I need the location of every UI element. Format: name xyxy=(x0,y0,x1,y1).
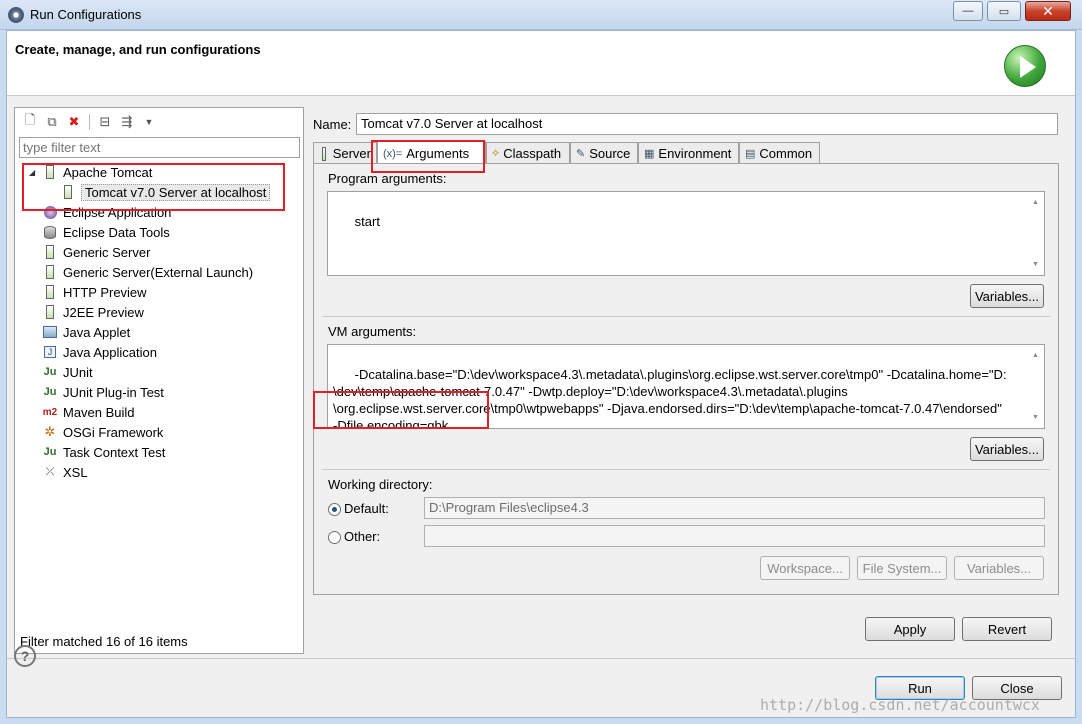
file-system-button[interactable]: File System... xyxy=(857,556,947,580)
dialog-header-title: Create, manage, and run configurations xyxy=(15,42,261,57)
filter-status: Filter matched 16 of 16 items xyxy=(20,634,188,649)
database-icon xyxy=(43,224,57,240)
apply-button[interactable]: Apply xyxy=(865,617,955,641)
window-title-bar: Run Configurations — ▭ ✕ xyxy=(0,0,1082,30)
maximize-button[interactable]: ▭ xyxy=(987,1,1021,21)
tree-toolbar: 🗋 ⧉ ✖ ⊟ ⇶ ▼ xyxy=(15,108,303,136)
tree-item-label: Generic Server xyxy=(63,244,151,260)
tree-item[interactable]: ✲ OSGi Framework xyxy=(43,422,164,442)
tree-item[interactable]: Java Applet xyxy=(43,322,130,342)
filter-input[interactable] xyxy=(19,137,300,158)
tree-item-label: Eclipse Data Tools xyxy=(63,224,170,240)
delete-configuration-icon[interactable]: ✖ xyxy=(65,113,83,131)
tab-common[interactable]: ▤ Common xyxy=(739,142,820,164)
vm-arguments-label: VM arguments: xyxy=(328,324,417,339)
highlight-box-arguments-tab xyxy=(371,140,485,173)
tab-classpath[interactable]: ⟡ Classpath xyxy=(486,142,570,164)
tree-item-label: JUnit Plug-in Test xyxy=(63,384,164,400)
run-icon xyxy=(1004,45,1046,87)
default-directory-label: Default: xyxy=(344,501,389,516)
program-arguments-textarea[interactable]: start xyxy=(327,191,1045,276)
other-directory-field[interactable] xyxy=(424,525,1045,547)
highlight-box-tree xyxy=(22,163,285,211)
server-icon xyxy=(43,284,57,300)
duplicate-configuration-icon[interactable]: ⧉ xyxy=(43,113,61,131)
view-menu-dropdown-icon[interactable]: ▼ xyxy=(140,113,158,131)
vm-arguments-scrollbar[interactable] xyxy=(1028,345,1044,428)
tree-item[interactable]: Ju JUnit xyxy=(43,362,93,382)
tree-item-label: J2EE Preview xyxy=(63,304,144,320)
tree-item[interactable]: HTTP Preview xyxy=(43,282,147,302)
classpath-icon: ⟡ xyxy=(492,147,500,159)
junit-icon: Ju xyxy=(43,366,57,378)
tree-item[interactable]: Ju Task Context Test xyxy=(43,442,166,462)
revert-button[interactable]: Revert xyxy=(962,617,1052,641)
tree-item-label: OSGi Framework xyxy=(63,424,164,440)
new-configuration-icon[interactable]: 🗋 xyxy=(21,112,39,131)
toolbar-separator xyxy=(89,114,90,130)
tree-item[interactable]: Generic Server xyxy=(43,242,150,262)
program-arguments-scrollbar[interactable] xyxy=(1028,192,1044,275)
tree-item-label: Java Applet xyxy=(63,324,131,340)
minimize-button[interactable]: — xyxy=(953,1,983,21)
junit-icon: Ju xyxy=(43,446,57,458)
osgi-icon: ✲ xyxy=(44,424,56,439)
program-arguments-variables-button[interactable]: Variables... xyxy=(970,284,1044,308)
server-icon xyxy=(43,244,57,260)
tab-source[interactable]: ✎ Source xyxy=(570,142,638,164)
program-arguments-label: Program arguments: xyxy=(328,171,447,186)
configuration-name-input[interactable]: Tomcat v7.0 Server at localhost xyxy=(356,113,1058,135)
footer-divider xyxy=(7,658,1075,659)
java-app-icon: J xyxy=(43,344,57,360)
working-directory-label: Working directory: xyxy=(328,477,433,492)
window-close-button[interactable]: ✕ xyxy=(1025,1,1071,21)
workspace-button[interactable]: Workspace... xyxy=(760,556,850,580)
tree-item-label: Maven Build xyxy=(63,404,135,420)
server-icon xyxy=(43,304,57,320)
default-directory-radio[interactable] xyxy=(328,503,341,516)
section-divider xyxy=(322,316,1050,317)
other-directory-radio[interactable] xyxy=(328,531,341,544)
watermark: http://blog.csdn.net/accountwcx xyxy=(760,696,1040,714)
collapse-all-icon[interactable]: ⊟ xyxy=(96,113,114,131)
filter-icon[interactable]: ⇶ xyxy=(118,113,136,131)
server-icon xyxy=(322,146,326,161)
tree-item[interactable]: J Java Application xyxy=(43,342,157,362)
dialog-header: Create, manage, and run configurations xyxy=(7,31,1075,96)
tree-item-label: HTTP Preview xyxy=(63,284,147,300)
tree-item[interactable]: Ju JUnit Plug-in Test xyxy=(43,382,164,402)
junit-icon: Ju xyxy=(43,386,57,398)
xsl-icon: ⤫ xyxy=(45,465,55,478)
tree-item[interactable]: J2EE Preview xyxy=(43,302,144,322)
environment-icon: ▦ xyxy=(644,148,655,160)
highlight-box-encoding xyxy=(313,391,489,429)
tab-environment[interactable]: ▦ Environment xyxy=(638,142,739,164)
tab-server[interactable]: Server xyxy=(313,142,377,164)
tree-item-label: JUnit xyxy=(63,364,93,380)
source-icon: ✎ xyxy=(576,148,586,160)
maven-icon: m2 xyxy=(42,406,58,418)
arguments-tab-body: Program arguments: start Variables... VM… xyxy=(313,163,1059,595)
other-directory-label: Other: xyxy=(344,529,381,544)
tree-item[interactable]: Eclipse Data Tools xyxy=(43,222,170,242)
tree-item[interactable]: m2 Maven Build xyxy=(43,402,135,422)
tree-item-label: Java Application xyxy=(63,344,157,360)
tree-item[interactable]: Generic Server(External Launch) xyxy=(43,262,253,282)
tree-item-label: Task Context Test xyxy=(63,444,166,460)
dialog-frame: Create, manage, and run configurations 🗋… xyxy=(6,30,1076,718)
help-icon[interactable]: ? xyxy=(14,645,36,667)
tree-item-label: XSL xyxy=(63,464,88,480)
vm-arguments-variables-button[interactable]: Variables... xyxy=(970,437,1044,461)
applet-icon xyxy=(43,324,57,340)
tree-item[interactable]: ⤫ XSL xyxy=(43,462,88,482)
default-directory-field: D:\Program Files\eclipse4.3 xyxy=(424,497,1045,519)
common-icon: ▤ xyxy=(745,148,756,160)
working-directory-variables-button[interactable]: Variables... xyxy=(954,556,1044,580)
window-title: Run Configurations xyxy=(30,7,142,22)
tree-item-label: Generic Server(External Launch) xyxy=(63,264,254,280)
eclipse-icon xyxy=(8,7,24,23)
section-divider xyxy=(322,469,1050,470)
name-label: Name: xyxy=(313,117,352,132)
server-icon xyxy=(43,264,57,280)
